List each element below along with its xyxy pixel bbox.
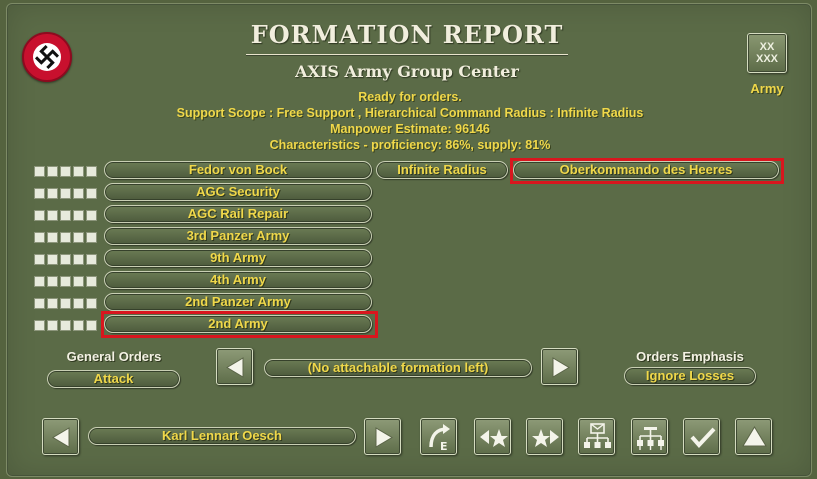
hq-message-button[interactable] bbox=[578, 418, 615, 455]
org-chart-icon bbox=[637, 427, 664, 450]
right-arrow-icon bbox=[552, 357, 570, 378]
unit-type-label: Army bbox=[750, 81, 784, 96]
org-chart-button[interactable] bbox=[631, 418, 668, 455]
characteristics-line: Characteristics - proficiency: 86%, supp… bbox=[269, 138, 551, 152]
status-boxes bbox=[34, 232, 99, 244]
status-boxes bbox=[34, 210, 99, 222]
left-arrow-icon bbox=[52, 427, 70, 448]
subunit-button[interactable]: 4th Army bbox=[104, 271, 372, 289]
demote-star-icon bbox=[480, 429, 508, 447]
svg-text:E: E bbox=[440, 440, 448, 453]
page-title: FORMATION REPORT bbox=[250, 20, 564, 49]
promote-star-icon bbox=[532, 429, 559, 447]
manpower-line: Manpower Estimate: 96146 bbox=[330, 122, 490, 136]
leader-name-button[interactable]: Karl Lennart Oesch bbox=[88, 427, 356, 445]
up-triangle-icon bbox=[742, 426, 767, 447]
orders-emphasis-button[interactable]: Ignore Losses bbox=[624, 367, 756, 385]
status-boxes bbox=[34, 276, 99, 288]
status-boxes bbox=[34, 188, 99, 200]
status-boxes bbox=[34, 166, 99, 178]
next-attach-button[interactable] bbox=[541, 348, 578, 385]
prev-attach-button[interactable] bbox=[216, 348, 253, 385]
replace-leader-icon: E bbox=[429, 424, 450, 453]
swastika-emblem-icon bbox=[22, 32, 72, 82]
subunit-button[interactable]: 3rd Panzer Army bbox=[104, 227, 372, 245]
formation-name: AXIS Army Group Center bbox=[295, 62, 519, 81]
status-boxes bbox=[34, 254, 99, 266]
status-boxes bbox=[34, 320, 99, 332]
prev-leader-button[interactable] bbox=[42, 418, 79, 455]
checkmark-icon bbox=[690, 427, 716, 448]
title-divider bbox=[246, 54, 568, 56]
hq-message-icon bbox=[584, 423, 611, 448]
unit-badge-line2: XXX bbox=[755, 53, 778, 65]
support-scope-line: Support Scope : Free Support , Hierarchi… bbox=[176, 106, 644, 120]
confirm-button[interactable] bbox=[683, 418, 720, 455]
subunit-button[interactable]: AGC Rail Repair bbox=[104, 205, 372, 223]
orders-emphasis-label: Orders Emphasis bbox=[636, 349, 744, 364]
unit-type-badge[interactable]: XX XXX bbox=[747, 33, 787, 73]
up-button[interactable] bbox=[735, 418, 772, 455]
left-arrow-icon bbox=[226, 357, 244, 378]
subunit-button[interactable]: AGC Security bbox=[104, 183, 372, 201]
promote-button[interactable] bbox=[526, 418, 563, 455]
command-radius-button[interactable]: Infinite Radius bbox=[376, 161, 508, 179]
general-orders-label: General Orders bbox=[66, 349, 162, 364]
replace-leader-button[interactable]: E bbox=[420, 418, 457, 455]
status-line: Ready for orders. bbox=[358, 90, 462, 104]
subunit-button[interactable]: 2nd Panzer Army bbox=[104, 293, 372, 311]
subunit-button[interactable]: 9th Army bbox=[104, 249, 372, 267]
subunit-button-selected[interactable]: 2nd Army bbox=[104, 315, 372, 333]
next-leader-button[interactable] bbox=[364, 418, 401, 455]
commander-button[interactable]: Fedor von Bock bbox=[104, 161, 372, 179]
unit-badge-line1: XX bbox=[759, 41, 775, 53]
attach-formation-button[interactable]: (No attachable formation left) bbox=[264, 359, 532, 377]
demote-button[interactable] bbox=[474, 418, 511, 455]
right-arrow-icon bbox=[375, 427, 393, 448]
status-boxes bbox=[34, 298, 99, 310]
general-orders-button[interactable]: Attack bbox=[47, 370, 180, 388]
superior-hq-button[interactable]: Oberkommando des Heeres bbox=[513, 161, 779, 179]
